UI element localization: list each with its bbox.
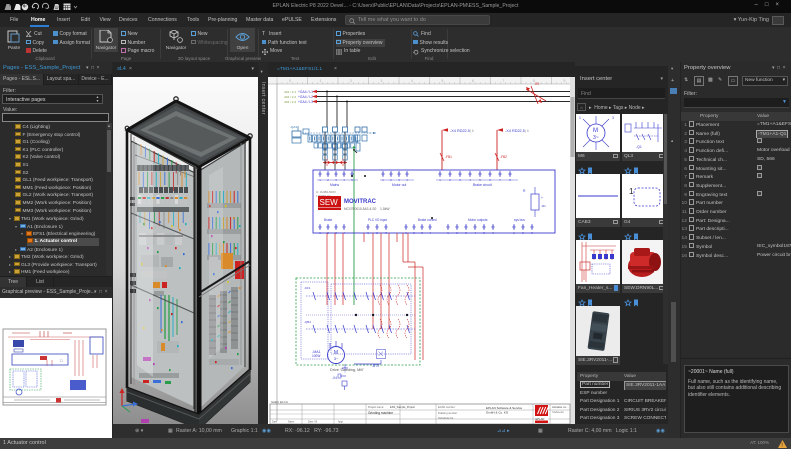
svg-text:6: 6 [472, 79, 474, 83]
svg-text:+GA4 / L1: +GA4 / L1 [298, 90, 313, 94]
svg-text:Project name:: Project name: [368, 405, 384, 409]
svg-text:1: 1 [579, 116, 581, 120]
svg-text:-QA1: -QA1 [290, 125, 297, 129]
svg-text:1: 1 [320, 79, 322, 83]
svg-text:3: 3 [612, 116, 614, 120]
svg-text:5: 5 [442, 79, 444, 83]
svg-text:-FB1: -FB1 [445, 155, 452, 159]
svg-text:1: 1 [629, 187, 634, 196]
svg-text:Actuator co...: Actuator co... [552, 405, 569, 409]
svg-text:| 6: | 6 [525, 129, 529, 133]
svg-text:-KF1: -KF1 [304, 286, 311, 290]
svg-text:2: 2 [350, 79, 352, 83]
svg-text:MOVITRAC: MOVITRAC [344, 199, 377, 205]
svg-text:7: 7 [503, 79, 505, 83]
svg-text:+GA4 / L2: +GA4 / L2 [298, 95, 313, 99]
svg-text:Drawing number:: Drawing number: [438, 411, 458, 415]
svg-text:ESS_Sample_Project: ESS_Sample_Project [390, 405, 415, 409]
svg-text:-QB1: -QB1 [304, 320, 311, 324]
svg-text:+GA4 / L3: +GA4 / L3 [298, 100, 313, 104]
svg-text:Substitute for:: Substitute for: [438, 416, 454, 420]
svg-text:1,5kW: 1,5kW [380, 207, 390, 211]
svg-text:-FB2: -FB2 [500, 155, 507, 159]
svg-text:MC07B0015-5A3-4-S0: MC07B0015-5A3-4-S0 [344, 207, 376, 211]
svg-text:-X9: -X9 [534, 82, 539, 86]
svg-text:Motor out: Motor out [392, 183, 406, 187]
svg-text:404 / 2.2: 404 / 2.2 [284, 95, 296, 99]
svg-text:Drive 'Grinding, Mill': Drive 'Grinding, Mill' [330, 368, 364, 372]
svg-text:EPLAN: EPLAN [536, 417, 545, 421]
svg-text:GmbH & Co. KG: GmbH & Co. KG [486, 411, 509, 415]
svg-text:-X4 RD22.5: -X4 RD22.5 [450, 129, 470, 133]
svg-text:4: 4 [411, 79, 413, 83]
svg-text:Brake control: Brake control [418, 218, 437, 222]
svg-text:3~: 3~ [593, 135, 599, 141]
svg-text:-X4: -X4 [332, 376, 337, 380]
svg-text:-R1: -R1 [541, 204, 546, 208]
svg-text:Motor outputs: Motor outputs [468, 218, 488, 222]
svg-text:9: 9 [564, 79, 566, 83]
svg-text:| 6: | 6 [470, 129, 474, 133]
svg-text:404 / 2.3: 404 / 2.3 [284, 100, 296, 104]
svg-text:3~: 3~ [334, 356, 339, 361]
svg-text:3: 3 [381, 79, 383, 83]
svg-text:ECAD number:: ECAD number: [438, 405, 456, 409]
svg-text:0: 0 [289, 79, 291, 83]
svg-text:SEW: SEW [320, 198, 339, 207]
svg-text:Brake circuit: Brake circuit [473, 183, 492, 187]
svg-text:SAEC ELCA: SAEC ELCA [271, 400, 288, 404]
svg-text:404 / 2.1: 404 / 2.1 [284, 90, 296, 94]
svg-text:Grinding machine: Grinding machine [368, 411, 393, 415]
svg-text:Mains: Mains [330, 183, 339, 187]
svg-text:100W: 100W [312, 354, 320, 358]
svg-text:+: + [541, 196, 543, 200]
svg-text:PLC I/O input: PLC I/O input [368, 218, 387, 222]
svg-text:-Q1: -Q1 [636, 145, 642, 149]
svg-text:Brake: Brake [324, 218, 333, 222]
svg-text:M: M [593, 128, 598, 134]
svg-text:-BT1: -BT1 [372, 364, 379, 368]
svg-text:EPLAN Software & Service: EPLAN Software & Service [486, 406, 523, 410]
svg-text:=GAA+A1: =GAA+A1 [552, 410, 564, 414]
svg-text:-X4 RD22.5: -X4 RD22.5 [505, 129, 525, 133]
svg-text:sys bus: sys bus [514, 218, 525, 222]
